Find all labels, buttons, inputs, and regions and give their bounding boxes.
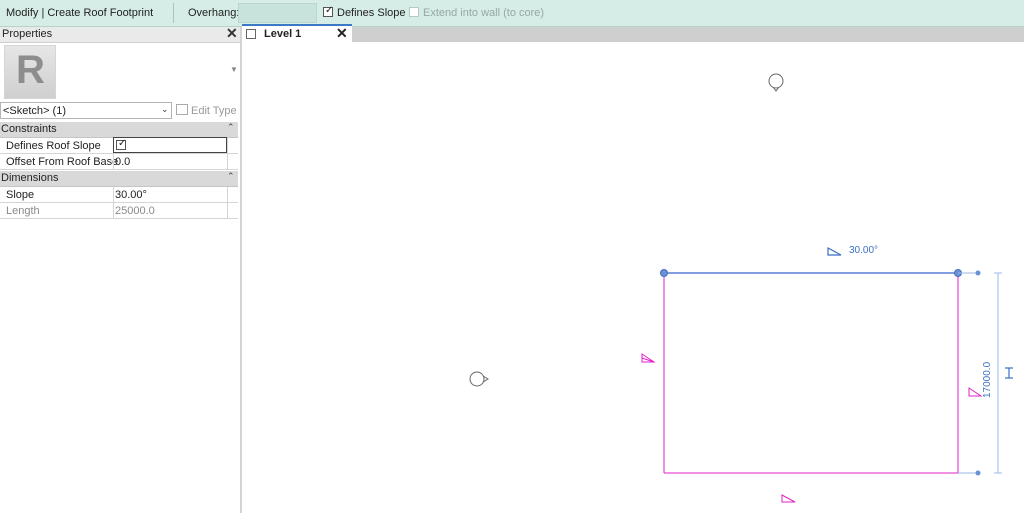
defines-roof-slope-field[interactable]: ✓ <box>113 137 227 153</box>
options-divider <box>173 3 174 23</box>
defines-slope-label: Defines Slope <box>337 7 406 19</box>
options-bar: Modify | Create Roof Footprint Overhang:… <box>0 0 1024 27</box>
slope-arrow-icon[interactable] <box>781 494 796 503</box>
properties-title: Properties <box>2 28 53 40</box>
property-label: Defines Roof Slope <box>6 140 101 152</box>
overhang-label: Overhang: <box>188 7 240 19</box>
revit-logo-icon: R <box>4 45 56 99</box>
chevron-down-icon[interactable]: ▼ <box>230 65 238 74</box>
slope-symbol-icon <box>827 246 842 256</box>
slope-arrow-icon[interactable] <box>641 353 656 363</box>
tab-level-1[interactable]: Level 1 ✕ <box>242 24 352 43</box>
section-dimensions[interactable]: Dimensions ⌃ <box>0 171 238 187</box>
edit-type-label: Edit Type <box>191 105 237 117</box>
slope-arrow-icon[interactable] <box>968 387 983 397</box>
slope-annotation[interactable]: 30.00° <box>849 245 878 256</box>
offset-value[interactable]: 0.0 <box>115 156 130 168</box>
cell-divider <box>227 203 228 219</box>
overhang-input[interactable] <box>238 3 317 23</box>
defines-slope-checkbox[interactable]: ✓ <box>323 5 334 17</box>
close-icon[interactable]: ✕ <box>226 25 238 42</box>
tab-label: Level 1 <box>264 28 302 40</box>
property-row-length: Length 25000.0 <box>0 203 238 219</box>
property-label: Slope <box>6 189 35 201</box>
properties-panel: Properties ✕ R ▼ <Sketch> (1) ⌄ Edit Typ… <box>0 25 240 513</box>
section-title: Dimensions <box>1 172 59 184</box>
cell-divider <box>113 154 114 170</box>
chevron-down-icon: ⌄ <box>161 104 169 114</box>
context-label: Modify | Create Roof Footprint <box>6 7 154 19</box>
dimension-value[interactable]: 17000.0 <box>982 361 993 398</box>
checkmark-icon: ✓ <box>118 138 127 149</box>
elevation-marker-west[interactable] <box>469 371 489 387</box>
close-icon[interactable]: ✕ <box>336 25 348 42</box>
properties-header: Properties ✕ <box>0 25 240 43</box>
drawing-canvas[interactable]: 30.00° 17000.0 <box>242 42 1024 513</box>
dimension-flip-icon[interactable] <box>1005 367 1013 379</box>
defines-roof-slope-checkbox[interactable]: ✓ <box>116 138 127 150</box>
edit-type-button[interactable]: Edit Type <box>176 104 237 117</box>
property-row-defines-roof-slope: Defines Roof Slope ✓ <box>0 137 238 154</box>
length-value: 25000.0 <box>115 205 155 217</box>
property-row-offset: Offset From Roof Base 0.0 <box>0 154 238 170</box>
view-tab-strip <box>242 27 1024 42</box>
checkmark-icon: ✓ <box>325 5 334 16</box>
slope-value[interactable]: 30.00° <box>115 189 147 201</box>
instance-filter-dropdown[interactable]: <Sketch> (1) ⌄ <box>0 102 172 119</box>
elevation-marker-north[interactable] <box>768 73 784 92</box>
collapse-icon[interactable]: ⌃ <box>227 171 235 182</box>
cell-divider <box>227 187 228 203</box>
property-label: Offset From Roof Base <box>6 156 119 168</box>
dimension-grip[interactable] <box>975 470 981 476</box>
extend-into-wall-label: Extend into wall (to core) <box>423 7 545 19</box>
cell-divider <box>113 203 114 219</box>
floor-plan-icon <box>246 29 256 39</box>
cell-divider <box>113 187 114 203</box>
grip-endpoint-left[interactable] <box>660 269 668 277</box>
extend-into-wall-checkbox[interactable] <box>409 7 419 17</box>
section-constraints[interactable]: Constraints ⌃ <box>0 122 238 138</box>
property-row-slope: Slope 30.00° <box>0 187 238 203</box>
edit-type-icon <box>176 104 188 115</box>
section-title: Constraints <box>1 123 57 135</box>
cell-divider <box>227 138 228 154</box>
property-label: Length <box>6 205 40 217</box>
collapse-icon[interactable]: ⌃ <box>227 122 235 133</box>
dimension-grip[interactable] <box>975 270 981 276</box>
cell-divider <box>227 154 228 170</box>
instance-filter-value: <Sketch> (1) <box>3 105 66 117</box>
